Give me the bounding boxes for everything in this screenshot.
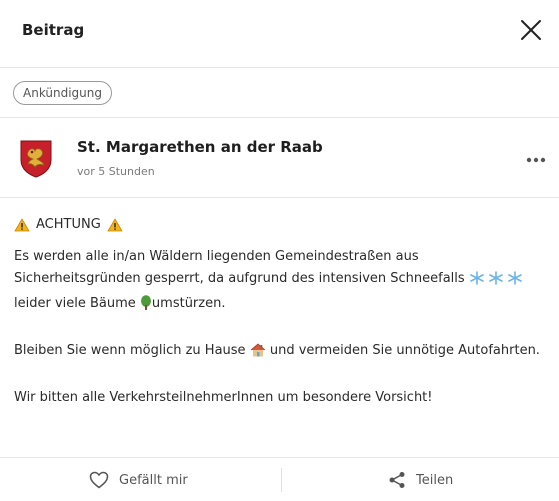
author-row: St. Margarethen an der Raab vor 5 Stunde… xyxy=(0,118,559,198)
post-body: ACHTUNG Es werden alle in/an Wäldern lie… xyxy=(14,214,549,409)
post-actions: Gefällt mir Teilen xyxy=(0,457,559,501)
paragraph-1: Es werden alle in/an Wäldern liegenden G… xyxy=(14,246,549,318)
house-emoji xyxy=(250,343,266,365)
coat-of-arms-icon xyxy=(20,140,52,178)
tree-icon xyxy=(140,295,151,310)
tree-emoji xyxy=(140,295,152,318)
post-timestamp: vor 5 Stunden xyxy=(77,165,155,178)
heart-icon xyxy=(89,471,109,489)
paragraph-1-text-2: leider viele Bäume xyxy=(14,296,136,311)
paragraph-1-text-3: umstürzen. xyxy=(151,296,226,311)
warning-text: ACHTUNG xyxy=(36,217,101,232)
paragraph-2-text-2: und vermeiden Sie unnötige Autofahrten. xyxy=(269,343,540,358)
footer-divider xyxy=(281,468,282,492)
paragraph-2-text: Bleiben Sie wenn möglich zu Hause xyxy=(14,343,246,358)
house-icon xyxy=(250,343,265,357)
page-title: Beitrag xyxy=(22,21,85,39)
like-label: Gefällt mir xyxy=(119,472,188,488)
warning-line: ACHTUNG xyxy=(14,214,549,236)
paragraph-1-text: Es werden alle in/an Wäldern liegenden G… xyxy=(14,249,465,286)
close-button[interactable] xyxy=(518,17,544,43)
paragraph-3: Wir bitten alle VerkehrsteilnehmerInnen … xyxy=(14,390,433,405)
more-dots-icon xyxy=(526,157,546,163)
share-label: Teilen xyxy=(416,472,454,488)
close-icon xyxy=(521,20,541,40)
like-button[interactable]: Gefällt mir xyxy=(89,458,188,501)
paragraph-2: Bleiben Sie wenn möglich zu Hause und ve… xyxy=(14,340,549,365)
post-header: Beitrag xyxy=(0,0,559,68)
snowflake-icon xyxy=(470,271,522,285)
category-tag[interactable]: Ankündigung xyxy=(13,81,113,105)
warning-icon xyxy=(14,218,30,232)
share-icon xyxy=(389,472,405,488)
more-options-button[interactable] xyxy=(525,151,547,163)
snowflakes xyxy=(469,271,523,293)
author-avatar[interactable] xyxy=(20,140,52,178)
share-button[interactable]: Teilen xyxy=(388,458,453,501)
author-name[interactable]: St. Margarethen an der Raab xyxy=(77,138,323,156)
warning-icon xyxy=(107,218,123,232)
tag-bar: Ankündigung xyxy=(0,68,559,118)
